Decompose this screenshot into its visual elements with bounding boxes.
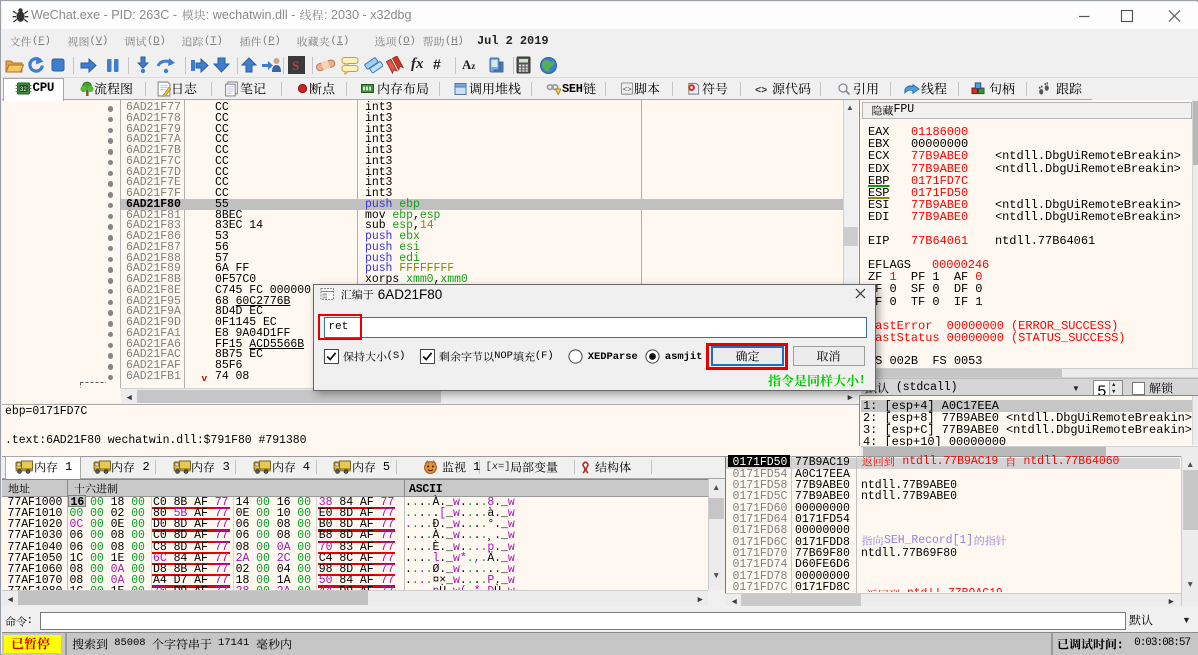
svg-text:<>: <> xyxy=(755,84,767,94)
svg-text:S: S xyxy=(292,58,299,73)
svg-text:<>: <> xyxy=(623,86,632,94)
svg-text:32: 32 xyxy=(20,87,27,93)
